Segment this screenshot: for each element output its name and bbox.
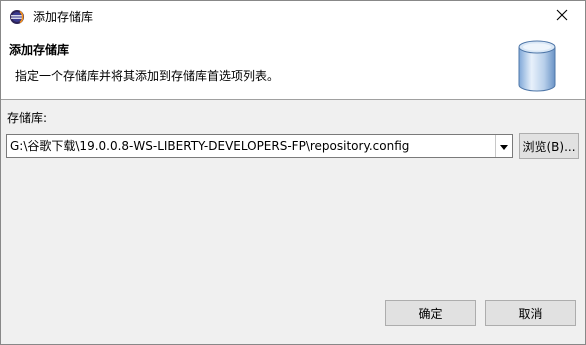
close-button[interactable]	[539, 1, 585, 32]
title-bar[interactable]: 添加存储库	[1, 1, 585, 32]
banner-description: 指定一个存储库并将其添加到存储库首选项列表。	[15, 69, 280, 83]
repository-path-value[interactable]: G:\谷歌下载\19.0.0.8-WS-LIBERTY-DEVELOPERS-F…	[10, 138, 409, 154]
close-icon	[556, 9, 568, 24]
dropdown-button[interactable]	[495, 135, 512, 157]
app-icon	[9, 9, 25, 25]
cancel-button[interactable]: 取消	[485, 300, 576, 326]
banner-title: 添加存储库	[9, 43, 70, 57]
database-cylinder-icon	[511, 38, 563, 96]
wizard-banner: 添加存储库 指定一个存储库并将其添加到存储库首选项列表。	[1, 32, 585, 100]
repository-label: 存储库:	[7, 111, 48, 125]
add-repository-dialog: 添加存储库 添加存储库 指定一个存储库并将其添加到存储库首选项列表。 存储库: …	[0, 0, 586, 345]
browse-button[interactable]: 浏览(B)...	[519, 133, 579, 159]
ok-button[interactable]: 确定	[385, 300, 476, 326]
chevron-down-icon	[500, 139, 508, 153]
window-title: 添加存储库	[33, 10, 94, 24]
repository-combobox[interactable]: G:\谷歌下载\19.0.0.8-WS-LIBERTY-DEVELOPERS-F…	[6, 134, 513, 158]
